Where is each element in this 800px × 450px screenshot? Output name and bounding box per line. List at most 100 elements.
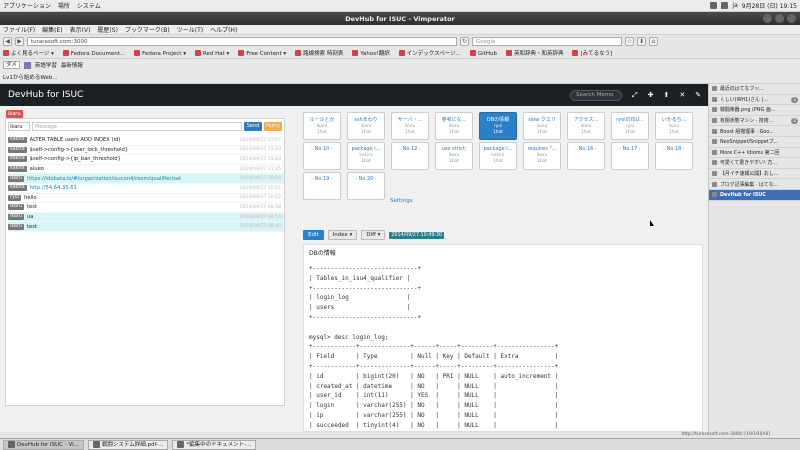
star-icon[interactable]: ☆ bbox=[625, 37, 634, 46]
search-input[interactable]: Google bbox=[472, 37, 622, 46]
menu-bookmarks[interactable]: ブックマーク(B) bbox=[125, 25, 170, 34]
message-text[interactable]: http://54.64.35.61 bbox=[30, 185, 240, 191]
menu-help[interactable]: ヘルプ(H) bbox=[210, 25, 237, 34]
hurry-button[interactable]: Hurry bbox=[264, 122, 282, 131]
url-bar[interactable]: turarasoft.com:3000 bbox=[27, 37, 457, 46]
network-icon[interactable] bbox=[721, 2, 729, 9]
memo-search-input[interactable]: Search Memo bbox=[570, 90, 622, 101]
memo-tile[interactable]: - No.20 - bbox=[347, 172, 385, 200]
diff-dropdown[interactable]: Diff ▾ bbox=[361, 230, 386, 240]
up-arrow-icon[interactable]: ⬆ bbox=[663, 91, 669, 100]
memo-tile[interactable]: requires "... ikaru 1hat bbox=[523, 142, 561, 170]
memo-tile[interactable]: いかるち... ikaru 1hat bbox=[655, 112, 693, 140]
settings-link[interactable]: Settings bbox=[390, 198, 413, 204]
system-menu-places[interactable]: 場所 bbox=[58, 1, 70, 10]
memo-tile[interactable]: - No.10 - bbox=[303, 142, 341, 170]
menu-file[interactable]: ファイル(F) bbox=[3, 25, 35, 34]
memo-tile[interactable]: slow クエリ ikaru 1hat bbox=[523, 112, 561, 140]
forward-icon[interactable]: ▶ bbox=[15, 37, 24, 46]
bookmark-item[interactable]: GitHub bbox=[470, 50, 497, 57]
memo-tile[interactable]: - No.19 - bbox=[303, 172, 341, 200]
message-input[interactable]: Message bbox=[32, 122, 242, 131]
tab-item[interactable]: Lv1から始めるWeb... bbox=[3, 73, 58, 81]
memo-tile[interactable]: package i... kakira 1hat bbox=[479, 142, 517, 170]
sidebar-tab-item[interactable]: DevHub for ISUC bbox=[709, 189, 800, 201]
memo-tile[interactable]: サーバ・... ikaru 1hat bbox=[391, 112, 429, 140]
home-icon[interactable]: ⌂ bbox=[649, 37, 658, 46]
taskbar-window-button[interactable]: DevHub for ISUC - Vi... bbox=[3, 439, 84, 450]
menu-tools[interactable]: ツール(T) bbox=[177, 25, 203, 34]
menu-history[interactable]: 履歴(S) bbox=[97, 25, 118, 34]
sidebar-tab-item[interactable]: ブログ記事編集 · はてな... bbox=[709, 179, 800, 190]
memo-tile[interactable]: DBの情報 ryoi 1hat bbox=[479, 112, 517, 140]
system-menu-system[interactable]: システム bbox=[77, 1, 101, 10]
bookmark-item[interactable]: よく見るページ ▾ bbox=[3, 49, 54, 57]
close-icon[interactable] bbox=[787, 14, 796, 23]
addon-icon[interactable] bbox=[23, 61, 31, 69]
download-icon[interactable]: ⬇ bbox=[637, 37, 646, 46]
sidebar-tab-item[interactable]: 【月イチ速報公開】おし... bbox=[709, 169, 800, 180]
plus-icon[interactable]: ✚ bbox=[648, 91, 654, 100]
chat-message[interactable]: kakira aiueo 2014/09/27 11:25 bbox=[8, 165, 284, 175]
addon-item[interactable]: 英語学習 bbox=[35, 61, 57, 69]
memo-tile[interactable]: ルールとか ikaru 1hat bbox=[303, 112, 341, 140]
bookmark-item[interactable]: Yahoo!翻訳 bbox=[352, 49, 389, 57]
chat-message[interactable]: ikaru ua 2014/09/27 08:54 bbox=[8, 212, 284, 223]
close-icon[interactable]: ✕ bbox=[679, 91, 685, 100]
back-icon[interactable]: ◀ bbox=[3, 37, 12, 46]
memo-tile[interactable]: ryoiのISU... ryoi 1hat bbox=[611, 112, 649, 140]
minimize-icon[interactable] bbox=[763, 14, 772, 23]
memo-tile[interactable]: - No.18 - bbox=[655, 142, 693, 170]
chat-message[interactable]: ikaru https://idobata.io/#/organization/i… bbox=[8, 174, 284, 184]
volume-icon[interactable] bbox=[710, 2, 718, 9]
chat-message[interactable]: kakira $self->config->{user_lock_threshol… bbox=[8, 146, 284, 156]
sidebar-tab-item[interactable]: Boost 組描理事 · Goo... bbox=[709, 126, 800, 137]
user-indicator[interactable]: ja bbox=[732, 2, 737, 9]
send-button[interactable]: Send bbox=[244, 122, 262, 131]
chat-message[interactable]: kakira ALTER TABLE users ADD INDEX (id) 20… bbox=[8, 136, 284, 146]
memo-tile[interactable]: sshまわり ikaru 1hat bbox=[347, 112, 385, 140]
menu-view[interactable]: 表示(V) bbox=[70, 25, 91, 34]
memo-tile[interactable]: use strict; ikaru 1hat bbox=[435, 142, 473, 170]
sidebar-tab-item[interactable]: 有朋状態マシン · 技術... 2 bbox=[709, 116, 800, 127]
bookmark-item[interactable]: インデックスページ... bbox=[399, 49, 461, 57]
memo-tile[interactable]: - No.12 - bbox=[391, 142, 429, 170]
bookmark-item[interactable]: Red Hat ▾ bbox=[195, 50, 229, 57]
taskbar-window-button[interactable]: 戦闘システム詳細.pdf-... bbox=[87, 439, 169, 450]
maximize-icon[interactable] bbox=[775, 14, 784, 23]
chat-message[interactable]: kakira $self->config->{ip_ban_threshold} 2… bbox=[8, 155, 284, 165]
chat-message[interactable]: ikaru test 2014/09/27 08:58 bbox=[8, 203, 284, 213]
sidebar-tab-item[interactable]: 戦闘楽器.png (PNG 画... bbox=[709, 105, 800, 116]
edit-icon[interactable]: ✎ bbox=[695, 91, 701, 100]
bookmark-item[interactable]: 路線検索 時刻表 bbox=[295, 49, 343, 57]
reload-icon[interactable]: ↻ bbox=[460, 37, 469, 46]
bookmark-item[interactable]: 英和辞典・和英辞典 bbox=[506, 49, 564, 57]
sidebar-tab-item[interactable]: More C++ Idioms 第二回 bbox=[709, 148, 800, 159]
bookmark-item[interactable]: Fedora Project ▾ bbox=[134, 50, 186, 57]
addon-select[interactable]: ダメ bbox=[3, 61, 20, 69]
menu-edit[interactable]: 編集(E) bbox=[42, 25, 62, 34]
message-text[interactable]: https://idobata.io/#/organization/isucon… bbox=[27, 176, 240, 182]
taskbar-window-button[interactable]: *編集中のドキュメント-... bbox=[172, 439, 257, 450]
chat-message[interactable]: ikaru test 2014/09/27 08:43 bbox=[8, 222, 284, 232]
memo-tile[interactable]: - No.16 - bbox=[567, 142, 605, 170]
bookmark-item[interactable]: Free Content ▾ bbox=[238, 50, 286, 57]
expand-icon[interactable]: ⤢ bbox=[632, 91, 638, 100]
name-field[interactable]: ikaru bbox=[8, 122, 30, 131]
system-menu-applications[interactable]: アプリケーション bbox=[3, 1, 51, 10]
bookmark-item[interactable]: Fedora Document... bbox=[63, 50, 125, 57]
addon-item[interactable]: 最新情報 bbox=[61, 61, 83, 69]
memo-tile[interactable]: package i... kakira 1hat bbox=[347, 142, 385, 170]
memo-document[interactable]: DBの情報 +-----------------------------+ | T… bbox=[303, 244, 703, 432]
clock[interactable]: 9月28日 (日) 19:15 bbox=[742, 1, 797, 10]
sidebar-tab-item[interactable]: くしい(WH1)さん |... 1 bbox=[709, 95, 800, 106]
memo-tile[interactable]: - No.17 - bbox=[611, 142, 649, 170]
sidebar-tab-item[interactable]: 最近のはてなブッ... bbox=[709, 84, 800, 95]
memo-tile[interactable]: アクセス... ikaru 1hat bbox=[567, 112, 605, 140]
chat-message[interactable]: ryoi hello 2014/09/27 10:52 bbox=[8, 194, 284, 204]
index-dropdown[interactable]: Index ▾ bbox=[327, 230, 358, 240]
sidebar-tab-item[interactable]: 可愛くて書きやすい! 方... bbox=[709, 158, 800, 169]
memo-tile[interactable]: 参考にな... ikaru 1hat bbox=[435, 112, 473, 140]
sidebar-tab-item[interactable]: NeoSnippet/Snippetブ... bbox=[709, 137, 800, 148]
edit-button[interactable]: Edit bbox=[303, 230, 324, 240]
